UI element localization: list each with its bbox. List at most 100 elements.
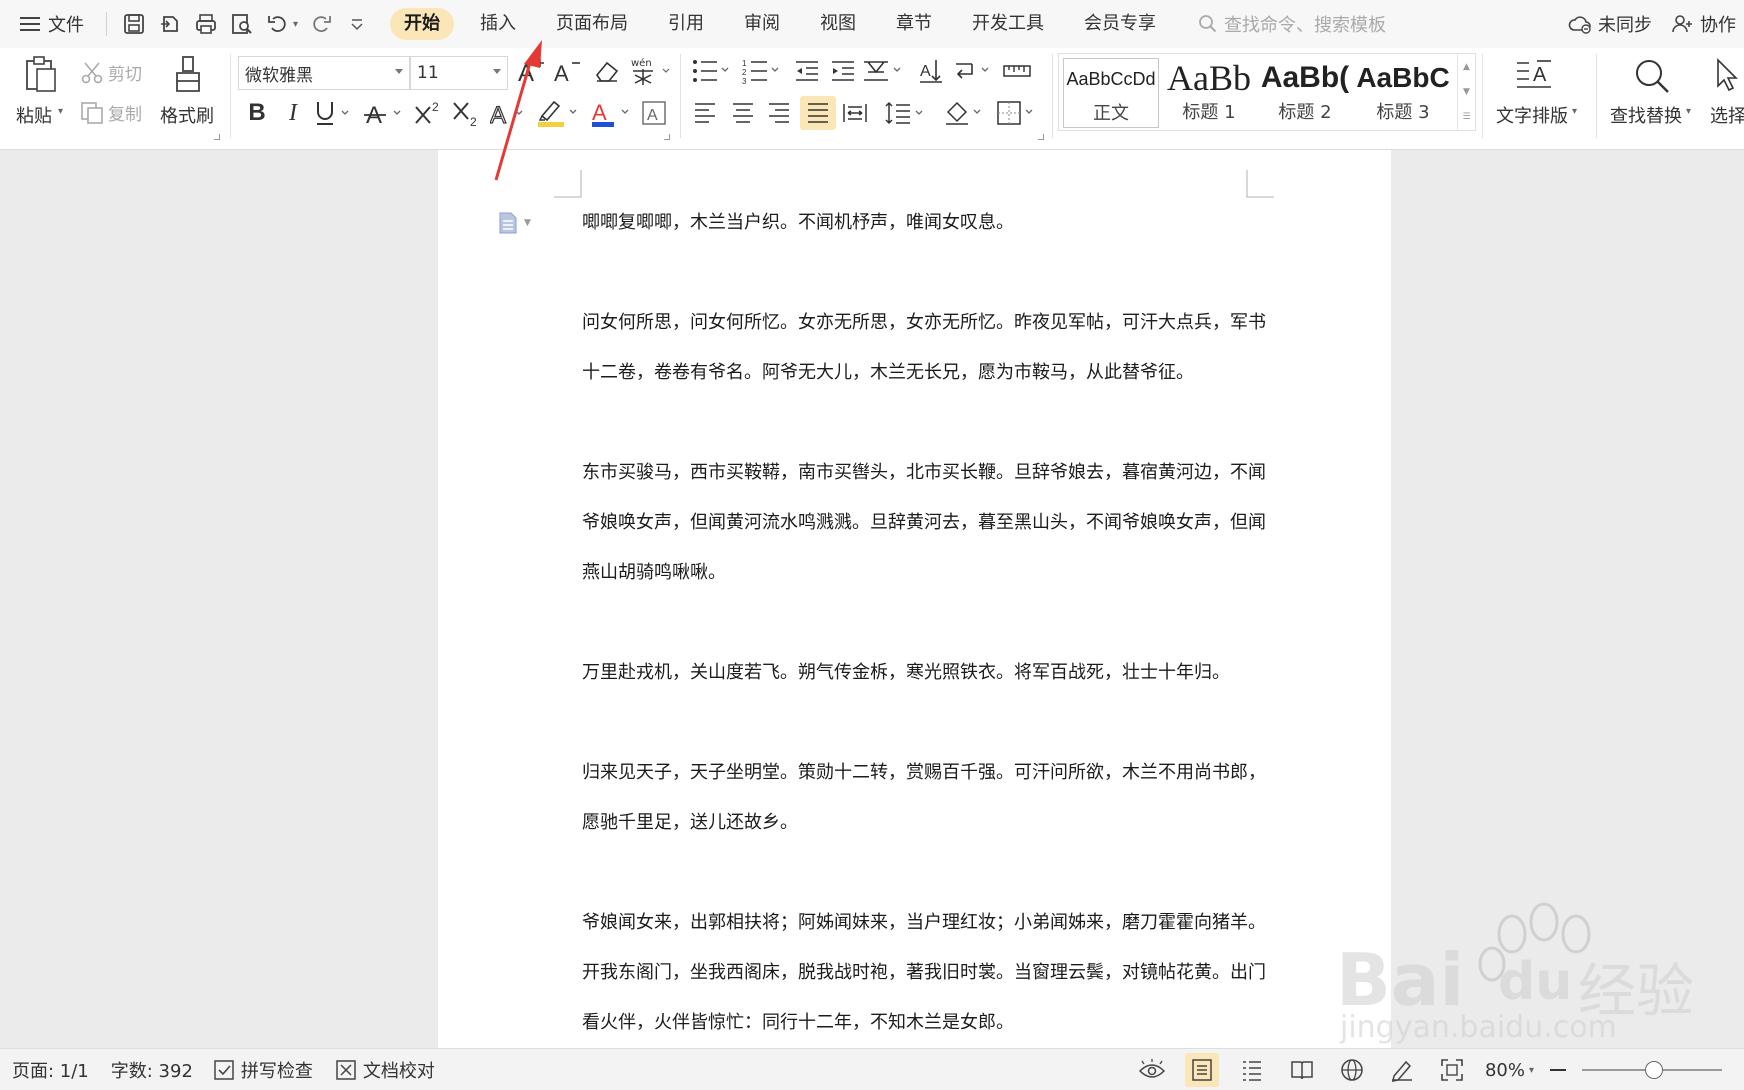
font-name-select[interactable]: 微软雅黑	[238, 56, 410, 90]
eraser-icon	[596, 61, 619, 82]
superscript-button[interactable]: 2	[414, 96, 444, 130]
paragraph-line[interactable]: 问女何所思，问女何所忆。女亦无所思，女亦无所忆。昨夜见军帖，可汗大点兵，军书	[582, 298, 1266, 348]
page-view-button[interactable]	[1184, 1053, 1219, 1087]
eye-protection-button[interactable]	[1135, 1053, 1169, 1087]
print-icon[interactable]	[193, 11, 219, 37]
undo-icon[interactable]	[265, 11, 291, 37]
undo-dropdown-icon[interactable]: ▾	[293, 19, 298, 30]
paragraph-line[interactable]: 开我东阁门，坐我西阁床，脱我战时袍，著我旧时裳。当窗理云鬓，对镜帖花黄。出门	[582, 948, 1266, 998]
align-left-button[interactable]	[690, 98, 720, 128]
spell-check-button[interactable]: 拼写检查	[213, 1057, 313, 1083]
find-replace-button[interactable]	[1632, 56, 1672, 96]
zoom-slider[interactable]	[1582, 1061, 1722, 1079]
paragraph-line[interactable]: 燕山胡骑鸣啾啾。	[582, 548, 1242, 598]
format-painter-button[interactable]	[168, 54, 208, 94]
bullet-list-button[interactable]	[692, 56, 732, 86]
tab-view[interactable]: 视图	[800, 8, 876, 40]
chevron-down-icon[interactable]: ▼	[1463, 87, 1470, 97]
outline-view-button[interactable]	[1235, 1053, 1269, 1087]
font-group-launcher[interactable]	[664, 134, 670, 140]
italic-button[interactable]: I	[280, 96, 306, 130]
font-color-button[interactable]: A	[590, 96, 634, 130]
italic-icon: I	[289, 99, 297, 126]
distribute-button[interactable]	[840, 98, 870, 128]
paragraph-mark-button[interactable]	[952, 56, 996, 86]
paragraph-line[interactable]: 东市买骏马，西市买鞍鞯，南市买辔头，北市买长鞭。旦辞爷娘去，暮宿黄河边，不闻	[582, 448, 1266, 498]
styles-scroller[interactable]: ▲ ▼ ☰	[1457, 54, 1475, 130]
save-icon[interactable]	[121, 11, 147, 37]
tab-member[interactable]: 会员专享	[1064, 8, 1176, 40]
paragraph-group-launcher[interactable]	[1038, 134, 1044, 140]
customize-toolbar-icon[interactable]	[344, 11, 370, 37]
doc-proof-button[interactable]: 文档校对	[335, 1057, 435, 1083]
tab-references[interactable]: 引用	[648, 8, 724, 40]
file-menu-button[interactable]: 文件	[0, 11, 98, 37]
underline-button[interactable]	[314, 96, 354, 130]
zoom-out-button[interactable]	[1550, 1069, 1566, 1071]
redo-icon[interactable]	[308, 11, 334, 37]
tab-developer[interactable]: 开发工具	[952, 8, 1064, 40]
select-button[interactable]	[1712, 56, 1742, 96]
word-count[interactable]: 字数: 392	[111, 1057, 193, 1083]
borders-button[interactable]	[996, 98, 1040, 128]
bold-button[interactable]: B	[244, 96, 270, 130]
align-right-button[interactable]	[764, 98, 794, 128]
zoom-select[interactable]: 80% ▾	[1485, 1060, 1534, 1081]
paragraph-line[interactable]: 爷娘唤女声，但闻黄河流水鸣溅溅。旦辞黄河去，暮至黑山头，不闻爷娘唤女声，但闻	[582, 498, 1266, 548]
clipboard-group-launcher[interactable]	[214, 134, 220, 140]
command-search[interactable]: 查找命令、搜索模板	[1198, 11, 1386, 37]
fit-page-button[interactable]	[1435, 1053, 1469, 1087]
page-indicator[interactable]: 页面: 1/1	[12, 1057, 89, 1083]
zoom-slider-handle[interactable]	[1645, 1061, 1663, 1079]
text-layout-dropdown-icon[interactable]: ▾	[1572, 106, 1577, 117]
magnifier-icon	[1636, 60, 1669, 93]
output-pdf-icon[interactable]	[157, 11, 183, 37]
numbered-list-button[interactable]: 123	[742, 56, 782, 86]
paragraph-line[interactable]: 万里赴戎机，关山度若飞。朔气传金柝，寒光照铁衣。将军百战死，壮士十年归。	[582, 648, 1242, 698]
tab-section[interactable]: 章节	[876, 8, 952, 40]
style-heading-3[interactable]: AaBbC 标题 3	[1355, 58, 1451, 128]
align-center-button[interactable]	[728, 98, 758, 128]
subscript-button[interactable]: 2	[452, 96, 482, 130]
reading-view-button[interactable]	[1285, 1053, 1319, 1087]
expand-gallery-icon[interactable]: ☰	[1462, 112, 1470, 122]
clear-format-button[interactable]	[592, 56, 622, 86]
print-preview-icon[interactable]	[229, 11, 255, 37]
chevron-up-icon[interactable]: ▲	[1463, 62, 1470, 72]
strikethrough-button[interactable]: A	[364, 96, 406, 130]
char-border-button[interactable]: A	[640, 98, 668, 128]
decrease-indent-button[interactable]	[792, 56, 822, 86]
paste-button[interactable]	[18, 54, 62, 94]
group-divider	[680, 54, 681, 138]
paragraph-options[interactable]: ▼	[498, 212, 531, 234]
tab-home[interactable]: 开始	[390, 8, 455, 40]
ruler-button[interactable]	[1002, 56, 1032, 86]
write-mode-button[interactable]	[1385, 1053, 1419, 1087]
paragraph-line[interactable]: 归来见天子，天子坐明堂。策勋十二转，赏赐百千强。可汗问所欲，木兰不用尚书郎，	[582, 748, 1266, 798]
increase-indent-button[interactable]	[828, 56, 858, 86]
cut-button[interactable]: 剪切	[80, 60, 142, 85]
paragraph-line[interactable]: 唧唧复唧唧，木兰当户织。不闻机杼声，唯闻女叹息。	[582, 198, 1242, 248]
chevron-down-icon	[395, 69, 403, 74]
collaborate-button[interactable]: 协作	[1672, 11, 1736, 37]
sync-status-button[interactable]: 未同步	[1568, 11, 1652, 37]
style-heading-2[interactable]: AaBb( 标题 2	[1257, 58, 1353, 128]
paragraph-line[interactable]: 爷娘闻女来，出郭相扶将；阿姊闻妹来，当户理红妆；小弟闻姊来，磨刀霍霍向猪羊。	[582, 898, 1266, 948]
style-heading-1[interactable]: AaBb 标题 1	[1161, 58, 1257, 128]
line-spacing-button[interactable]	[884, 98, 928, 128]
text-layout-button[interactable]: A	[1514, 56, 1554, 96]
paragraph-line[interactable]: 看火伴，火伴皆惊忙：同行十二年，不知木兰是女郎。	[582, 998, 1242, 1048]
style-normal[interactable]: AaBbCcDd 正文	[1063, 58, 1159, 128]
paste-dropdown-icon[interactable]: ▾	[58, 106, 63, 117]
text-direction-button[interactable]: A	[916, 56, 946, 86]
copy-button[interactable]: 复制	[80, 100, 142, 125]
phonetic-guide-button[interactable]: wén	[628, 54, 674, 88]
paragraph-line[interactable]: 愿驰千里足，送儿还故乡。	[582, 798, 1242, 848]
paragraph-line[interactable]: 十二卷，卷卷有爷名。阿爷无大儿，木兰无长兄，愿为市鞍马，从此替爷征。	[582, 348, 1242, 398]
justify-button[interactable]	[800, 96, 836, 130]
shading-button[interactable]	[944, 98, 988, 128]
tab-review[interactable]: 审阅	[724, 8, 800, 40]
web-view-button[interactable]	[1335, 1053, 1369, 1087]
find-replace-dropdown-icon[interactable]: ▾	[1686, 106, 1691, 117]
chinese-layout-button[interactable]	[862, 56, 906, 86]
